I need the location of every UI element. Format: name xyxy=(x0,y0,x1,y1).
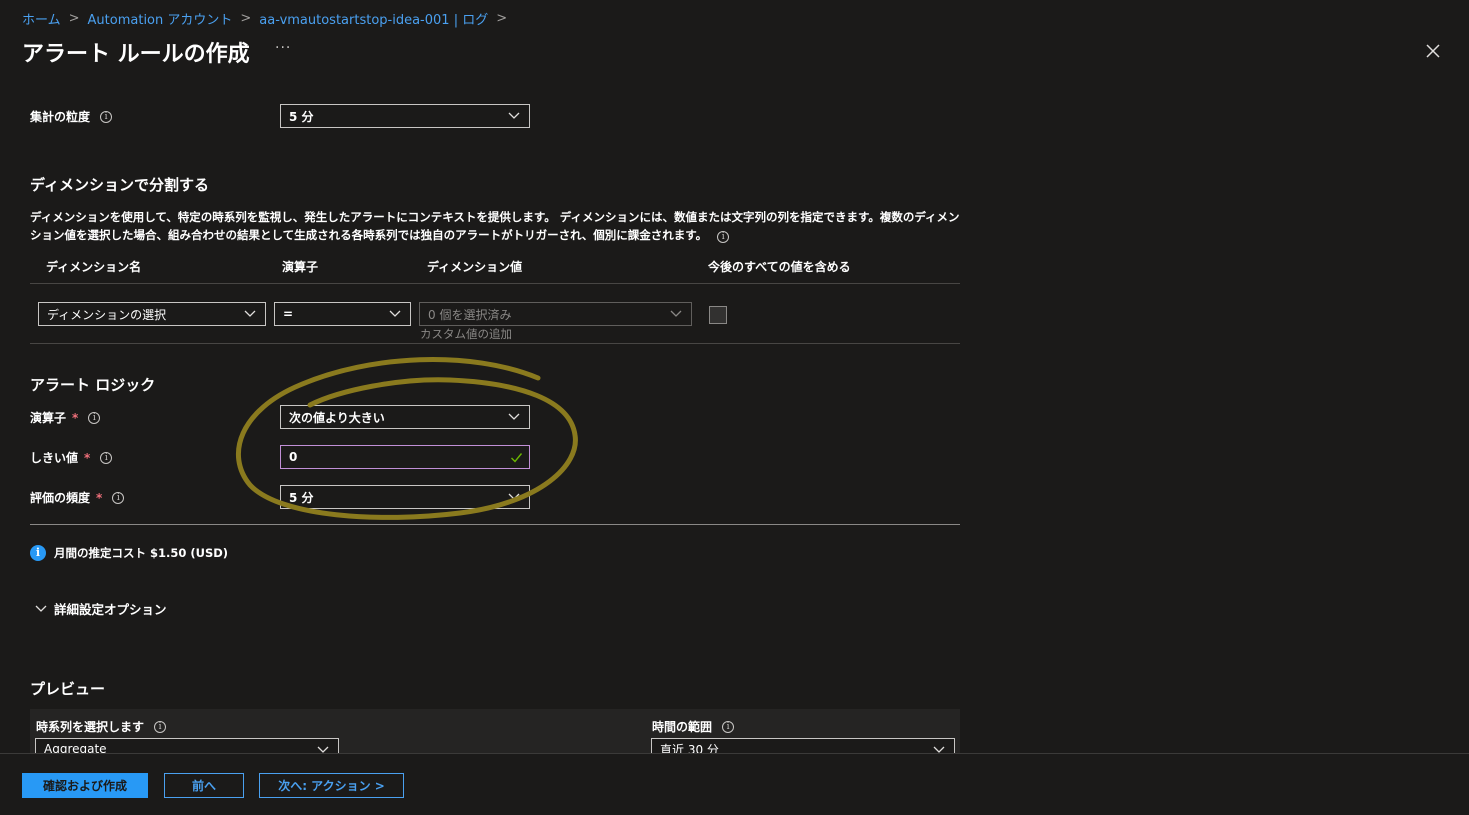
column-operator: 演算子 xyxy=(282,260,319,274)
dimension-operator-value: = xyxy=(283,307,294,321)
threshold-label: しきい値 * i xyxy=(30,449,113,466)
time-range-label: 時間の範囲 i xyxy=(652,718,735,735)
advanced-options-toggle[interactable]: 詳細設定オプション xyxy=(34,599,167,618)
required-marker: * xyxy=(84,450,91,465)
required-marker: * xyxy=(72,410,79,425)
column-dimension-name: ディメンション名 xyxy=(46,260,142,274)
table-header-divider xyxy=(30,283,960,284)
info-icon[interactable]: i xyxy=(112,491,125,504)
time-range-label-text: 時間の範囲 xyxy=(652,720,713,734)
add-custom-value-link[interactable]: カスタム値の追加 xyxy=(420,326,512,342)
frequency-label: 評価の頻度 * i xyxy=(30,489,125,506)
frequency-label-text: 評価の頻度 xyxy=(30,491,91,505)
estimated-cost: i 月間の推定コスト $1.50 (USD) xyxy=(30,545,228,561)
threshold-value: 0 xyxy=(289,450,298,464)
aggregation-label: 集計の粒度 i xyxy=(30,108,113,125)
dimensions-description: ディメンションを使用して、特定の時系列を監視し、発生したアラートにコンテキストを… xyxy=(30,208,960,244)
info-icon[interactable]: i xyxy=(154,720,167,733)
dimensions-heading: ディメンションで分割する xyxy=(30,176,209,194)
column-include-future-values: 今後のすべての値を含める xyxy=(708,260,851,274)
estimated-cost-text: 月間の推定コスト $1.50 (USD) xyxy=(54,546,229,560)
operator-label-text: 演算子 xyxy=(30,411,67,425)
table-row-divider xyxy=(30,343,960,344)
review-create-button[interactable]: 確認および作成 xyxy=(22,773,148,798)
breadcrumb-separator-icon: > xyxy=(68,11,80,26)
frequency-select[interactable]: 5 分 xyxy=(280,485,530,509)
operator-label: 演算子 * i xyxy=(30,409,101,426)
operator-select[interactable]: 次の値より大きい xyxy=(280,405,530,429)
dimension-values-select[interactable]: 0 個を選択済み xyxy=(419,302,692,326)
info-icon[interactable]: i xyxy=(100,110,113,123)
previous-button[interactable]: 前へ xyxy=(164,773,244,798)
dimension-name-select[interactable]: ディメンションの選択 xyxy=(38,302,266,326)
chevron-down-icon xyxy=(508,112,520,119)
frequency-value: 5 分 xyxy=(289,490,314,505)
info-icon[interactable]: i xyxy=(722,720,735,733)
info-icon[interactable]: i xyxy=(88,411,101,424)
breadcrumb-home[interactable]: ホーム xyxy=(22,9,61,28)
chevron-down-icon xyxy=(389,310,401,317)
threshold-label-text: しきい値 xyxy=(30,451,79,465)
next-actions-button[interactable]: 次へ: アクション > xyxy=(259,773,404,798)
series-label: 時系列を選択します i xyxy=(36,718,167,735)
threshold-input[interactable]: 0 xyxy=(280,445,530,469)
dimensions-description-text: ディメンションを使用して、特定の時系列を監視し、発生したアラートにコンテキストを… xyxy=(30,210,960,242)
breadcrumb-separator-icon: > xyxy=(240,11,252,26)
dimension-operator-select[interactable]: = xyxy=(274,302,411,326)
info-filled-icon: i xyxy=(30,545,46,561)
alert-rule-create-page: ホーム > Automation アカウント > aa-vmautostarts… xyxy=(0,0,1469,815)
breadcrumb: ホーム > Automation アカウント > aa-vmautostarts… xyxy=(22,9,507,28)
column-dimension-values: ディメンション値 xyxy=(427,260,523,274)
dimension-values-placeholder: 0 個を選択済み xyxy=(428,307,512,322)
chevron-down-icon xyxy=(508,413,520,420)
chevron-down-icon xyxy=(244,310,256,317)
breadcrumb-logs[interactable]: aa-vmautostartstop-idea-001 | ログ xyxy=(259,9,488,28)
aggregation-select[interactable]: 5 分 xyxy=(280,104,530,128)
info-icon[interactable]: i xyxy=(100,451,113,464)
include-future-values-checkbox[interactable] xyxy=(709,306,727,324)
close-icon[interactable] xyxy=(1424,42,1442,60)
more-options-button[interactable]: ··· xyxy=(275,40,291,56)
aggregation-value: 5 分 xyxy=(289,109,314,124)
operator-value: 次の値より大きい xyxy=(289,410,385,425)
breadcrumb-separator-icon: > xyxy=(496,11,508,26)
page-title: アラート ルールの作成 xyxy=(22,42,250,67)
alert-logic-heading: アラート ロジック xyxy=(30,376,156,394)
chevron-down-icon xyxy=(508,493,520,500)
dimension-name-value: ディメンションの選択 xyxy=(47,307,167,322)
alert-logic-divider xyxy=(30,524,960,525)
breadcrumb-automation-accounts[interactable]: Automation アカウント xyxy=(88,9,233,28)
chevron-down-icon xyxy=(35,605,47,612)
required-marker: * xyxy=(96,490,103,505)
checkmark-icon xyxy=(511,453,523,463)
advanced-options-label: 詳細設定オプション xyxy=(54,602,167,617)
series-label-text: 時系列を選択します xyxy=(36,720,145,734)
preview-heading: プレビュー xyxy=(30,680,106,698)
aggregation-label-text: 集計の粒度 xyxy=(30,110,91,124)
chevron-down-icon xyxy=(670,310,682,317)
info-icon[interactable]: i xyxy=(717,231,730,243)
